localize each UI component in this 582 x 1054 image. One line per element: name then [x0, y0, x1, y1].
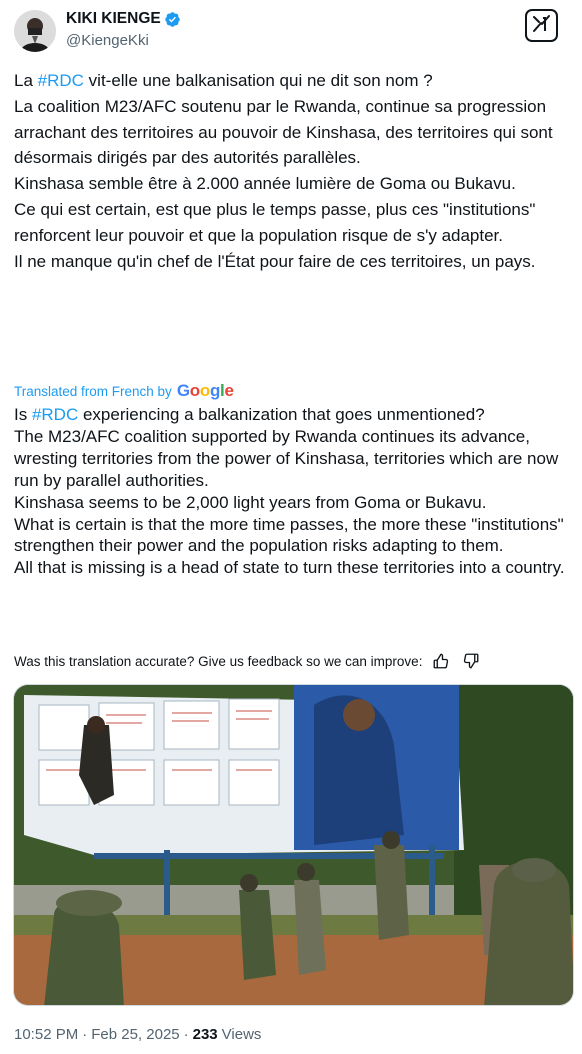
views-label[interactable]: Views — [222, 1026, 262, 1043]
verified-badge-icon[interactable] — [164, 11, 181, 28]
avatar[interactable] — [14, 10, 56, 52]
hashtag-link[interactable]: #RDC — [32, 405, 78, 424]
translated-from-label[interactable]: Translated from French by Google — [14, 381, 234, 401]
tweet-paragraph: La coalition M23/AFC soutenu par le Rwan… — [14, 94, 564, 171]
translation-paragraph: The M23/AFC coalition supported by Rwand… — [14, 426, 570, 492]
author-handle[interactable]: @KiengeKki — [66, 31, 181, 51]
text-segment: experiencing a balkanization that goes u… — [78, 405, 485, 424]
translation-text: Is #RDC experiencing a balkanization tha… — [14, 404, 570, 579]
google-logo: Google — [176, 381, 234, 400]
thumbs-down-icon[interactable] — [460, 651, 482, 671]
text-segment: Il ne manque qu'in chef de l'État pour f… — [14, 251, 536, 271]
translation-paragraph: Is #RDC experiencing a balkanization tha… — [14, 404, 570, 426]
timestamp-date[interactable]: Feb 25, 2025 — [91, 1026, 179, 1043]
tweet-text: La #RDC vit-elle une balkanisation qui n… — [14, 68, 564, 274]
meta-separator: · — [82, 1026, 88, 1043]
text-segment: What is certain is that the more time pa… — [14, 514, 564, 556]
thumbs-up-icon[interactable] — [430, 651, 452, 671]
tweet-media-video[interactable] — [13, 684, 574, 1006]
text-segment: La coalition M23/AFC soutenu par le Rwan… — [14, 96, 553, 168]
views-count[interactable]: 233 — [193, 1026, 218, 1043]
meta-separator: · — [183, 1026, 189, 1043]
translation-paragraph: What is certain is that the more time pa… — [14, 514, 570, 558]
tweet-paragraph: Ce qui est certain, est que plus le temp… — [14, 197, 564, 249]
text-segment: vit-elle une balkanisation qui ne dit so… — [83, 71, 433, 90]
grok-button[interactable] — [525, 9, 558, 42]
tweet-paragraph: Kinshasa semble être à 2.000 année lumiè… — [14, 171, 564, 197]
tweet-header: KIKI KIENGE @KiengeKki — [14, 9, 570, 55]
text-segment: Kinshasa semble être à 2.000 année lumiè… — [14, 174, 516, 194]
text-segment: Ce qui est certain, est que plus le temp… — [14, 199, 536, 245]
translation-paragraph: All that is missing is a head of state t… — [14, 557, 570, 579]
media-image — [14, 685, 573, 1005]
tweet-paragraph: La #RDC vit-elle une balkanisation qui n… — [14, 68, 564, 94]
text-segment: All that is missing is a head of state t… — [14, 558, 565, 578]
translation-paragraph: Kinshasa seems to be 2,000 light years f… — [14, 492, 570, 514]
translated-label-text[interactable]: Translated from French by — [14, 384, 172, 399]
hashtag-link[interactable]: #RDC — [38, 71, 84, 90]
display-name[interactable]: KIKI KIENGE — [66, 9, 181, 29]
text-segment: Kinshasa seems to be 2,000 light years f… — [14, 492, 487, 512]
grok-icon — [531, 13, 552, 39]
feedback-prompt: Was this translation accurate? Give us f… — [14, 653, 423, 669]
text-segment: The M23/AFC coalition supported by Rwand… — [14, 426, 559, 490]
text-segment: La — [14, 71, 38, 90]
display-name-text[interactable]: KIKI KIENGE — [66, 9, 161, 29]
tweet-meta: 10:52 PM · Feb 25, 2025 · 233 Views — [14, 1026, 261, 1043]
text-segment: Is — [14, 405, 32, 424]
tweet-paragraph: Il ne manque qu'in chef de l'État pour f… — [14, 249, 564, 275]
translation-feedback: Was this translation accurate? Give us f… — [14, 651, 482, 671]
timestamp-time[interactable]: 10:52 PM — [14, 1026, 78, 1043]
author-block: KIKI KIENGE @KiengeKki — [66, 9, 181, 51]
